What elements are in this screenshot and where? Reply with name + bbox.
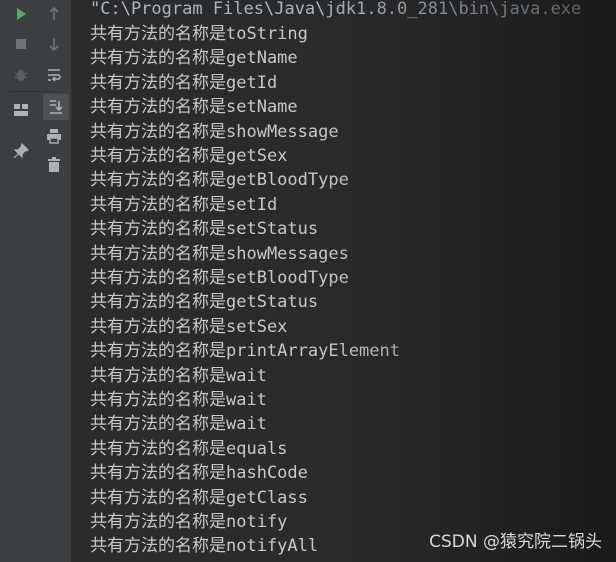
method-prefix: 共有方法的名称是: [90, 316, 226, 337]
method-name: setStatus: [226, 219, 319, 240]
console-line: 共有方法的名称是getSex: [90, 144, 287, 168]
stop-icon[interactable]: [10, 33, 32, 55]
run-console-window: "C:\Program Files\Java\jdk1.8.0_281\bin\…: [0, 0, 616, 562]
method-name: notify: [226, 512, 288, 532]
console-line: 共有方法的名称是getName: [90, 46, 298, 70]
layout-icon[interactable]: [10, 99, 32, 121]
soft-wrap-icon[interactable]: [43, 64, 65, 86]
console-line: 共有方法的名称是printArrayElement: [90, 339, 400, 363]
method-name: hashCode: [226, 463, 308, 484]
method-name: getStatus: [226, 292, 319, 313]
method-prefix: 共有方法的名称是: [90, 536, 226, 557]
print-icon[interactable]: [43, 125, 65, 147]
down-arrow-icon[interactable]: [43, 33, 65, 55]
console-line: 共有方法的名称是showMessage: [90, 120, 339, 144]
console-line: 共有方法的名称是hashCode: [90, 461, 308, 485]
method-name: getId: [226, 72, 278, 93]
console-line: 共有方法的名称是setId: [90, 193, 277, 217]
command-line: "C:\Program Files\Java\jdk1.8.0_281\bin\…: [90, 0, 582, 19]
console-line: 共有方法的名称是getId: [90, 71, 277, 95]
method-prefix: 共有方法的名称是: [90, 97, 226, 118]
method-name: showMessages: [226, 243, 349, 264]
method-name: setName: [226, 97, 298, 118]
console-line: 共有方法的名称是notifyAll: [90, 534, 318, 558]
method-prefix: 共有方法的名称是: [90, 365, 226, 386]
method-prefix: 共有方法的名称是: [90, 24, 226, 44]
method-prefix: 共有方法的名称是: [90, 48, 226, 69]
console-line: 共有方法的名称是wait: [90, 412, 267, 436]
console-line: 共有方法的名称是setSex: [90, 315, 287, 339]
trash-icon[interactable]: [43, 154, 65, 176]
method-name: notifyAll: [226, 536, 319, 557]
run-toolbar: [0, 0, 72, 562]
console-line: 共有方法的名称是setBloodType: [90, 266, 349, 290]
method-prefix: 共有方法的名称是: [90, 72, 226, 93]
method-prefix: 共有方法的名称是: [90, 414, 226, 435]
console-line: 共有方法的名称是setName: [90, 95, 298, 119]
console-line: 共有方法的名称是getStatus: [90, 290, 318, 314]
method-name: getClass: [226, 487, 308, 508]
method-prefix: 共有方法的名称是: [90, 292, 226, 313]
method-prefix: 共有方法的名称是: [90, 390, 226, 410]
method-prefix: 共有方法的名称是: [90, 243, 226, 264]
console-line: 共有方法的名称是wait: [90, 388, 267, 412]
method-name: getName: [226, 48, 298, 69]
method-name: wait: [226, 414, 267, 435]
method-name: setBloodType: [226, 268, 349, 288]
method-name: printArrayElement: [226, 341, 400, 362]
method-prefix: 共有方法的名称是: [90, 512, 226, 532]
console-line: 共有方法的名称是wait: [90, 364, 267, 388]
method-prefix: 共有方法的名称是: [90, 268, 226, 288]
console-line: 共有方法的名称是getClass: [90, 486, 308, 510]
method-prefix: 共有方法的名称是: [90, 463, 226, 484]
method-prefix: 共有方法的名称是: [90, 170, 226, 191]
console-line: 共有方法的名称是equals: [90, 437, 287, 461]
scroll-to-end-icon[interactable]: [43, 94, 69, 120]
method-name: toString: [226, 24, 308, 44]
method-name: wait: [226, 390, 267, 410]
method-name: wait: [226, 365, 267, 386]
method-name: getSex: [226, 146, 288, 166]
method-prefix: 共有方法的名称是: [90, 487, 226, 508]
console-line: 共有方法的名称是toString: [90, 22, 308, 46]
method-prefix: 共有方法的名称是: [90, 219, 226, 240]
console-output[interactable]: "C:\Program Files\Java\jdk1.8.0_281\bin\…: [82, 0, 616, 562]
method-name: showMessage: [226, 121, 339, 142]
console-line: 共有方法的名称是notify: [90, 510, 287, 534]
console-line: 共有方法的名称是getBloodType: [90, 168, 349, 192]
method-name: getBloodType: [226, 170, 349, 191]
method-name: equals: [226, 438, 288, 459]
method-prefix: 共有方法的名称是: [90, 121, 226, 142]
console-line: 共有方法的名称是showMessages: [90, 242, 349, 266]
csdn-watermark: CSDN @猿究院二锅头: [429, 532, 602, 552]
pin-icon[interactable]: [10, 140, 32, 162]
run-icon[interactable]: [10, 3, 32, 25]
method-name: setId: [226, 194, 278, 215]
method-name: setSex: [226, 316, 288, 337]
up-arrow-icon[interactable]: [43, 3, 65, 25]
method-prefix: 共有方法的名称是: [90, 146, 226, 166]
debug-bug-icon[interactable]: [10, 64, 32, 86]
method-prefix: 共有方法的名称是: [90, 194, 226, 215]
method-prefix: 共有方法的名称是: [90, 341, 226, 362]
method-prefix: 共有方法的名称是: [90, 438, 226, 459]
console-line: 共有方法的名称是setStatus: [90, 217, 318, 241]
